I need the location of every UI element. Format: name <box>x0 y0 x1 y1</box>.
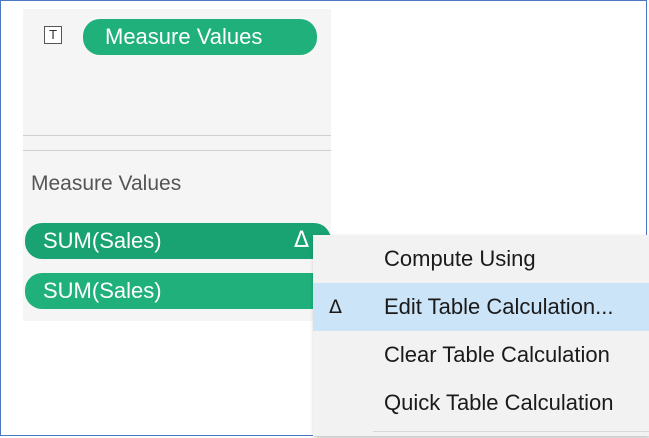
menu-item-edit-table-calculation[interactable]: Δ Edit Table Calculation... <box>313 283 649 331</box>
measure-values-heading: Measure Values <box>31 172 182 195</box>
divider <box>23 135 331 136</box>
menu-item-compute-using[interactable]: Compute Using <box>313 235 649 283</box>
marks-and-measures-panel: T Measure Values Measure Values SUM(Sale… <box>23 9 331 321</box>
measure-values-pill[interactable]: Measure Values <box>83 19 317 55</box>
pill-label: SUM(Sales) <box>43 278 162 303</box>
text-mark-icon[interactable]: T <box>44 26 62 44</box>
delta-icon: Δ <box>293 228 309 253</box>
sum-sales-pill[interactable]: SUM(Sales) <box>25 273 331 309</box>
pill-label: SUM(Sales) <box>43 228 162 253</box>
delta-icon: Δ <box>329 296 342 318</box>
context-menu: Compute Using Δ Edit Table Calculation..… <box>313 235 649 436</box>
menu-separator <box>373 431 649 432</box>
menu-item-label: Compute Using <box>384 246 536 271</box>
sum-sales-pill-active[interactable]: SUM(Sales) Δ <box>25 223 331 259</box>
divider <box>23 150 331 151</box>
menu-item-clear-table-calculation[interactable]: Clear Table Calculation <box>313 331 649 379</box>
menu-item-label: Clear Table Calculation <box>384 342 610 367</box>
menu-item-label: Edit Table Calculation... <box>384 294 614 319</box>
marks-row: T Measure Values <box>23 9 331 69</box>
menu-item-quick-table-calculation[interactable]: Quick Table Calculation <box>313 379 649 427</box>
menu-item-label: Quick Table Calculation <box>384 390 614 415</box>
